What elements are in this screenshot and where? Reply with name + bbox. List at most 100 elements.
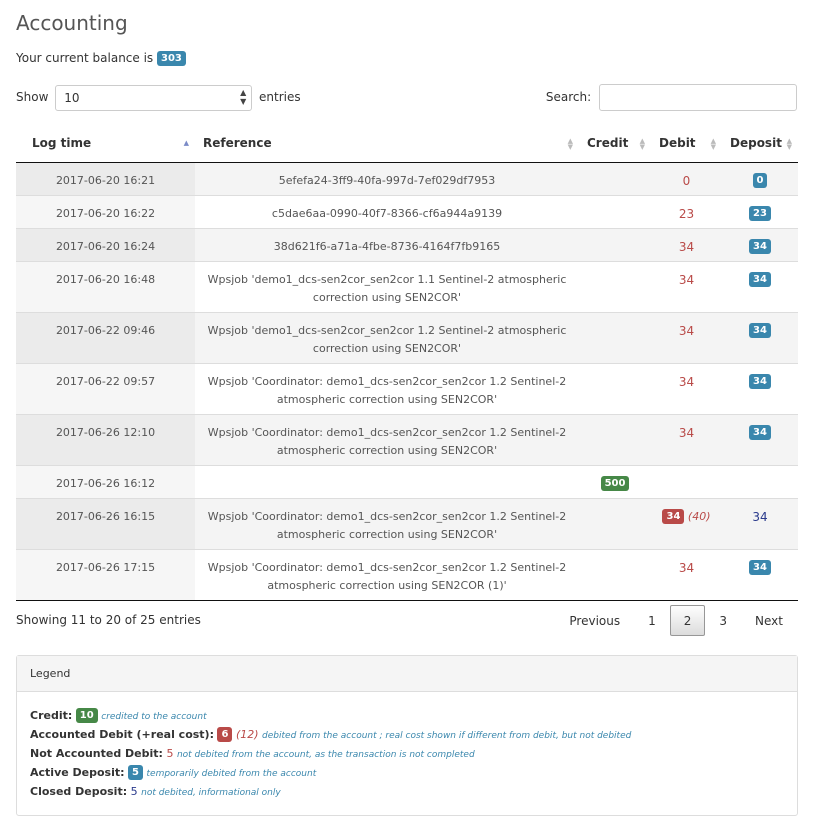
debit-value: 34 [678,323,695,338]
search-label: Search: [545,90,592,104]
cell-credit [579,497,651,549]
cell-credit [579,227,651,261]
cell-log-time: 2017-06-22 09:46 [16,311,195,363]
closed-deposit-value: 34 [752,509,768,524]
entries-label: entries [259,90,301,104]
deposit-badge: 23 [749,206,771,221]
cell-reference: c5dae6aa-0990-40f7-8366-cf6a944a9139 [195,194,579,228]
deposit-badge: 34 [749,272,771,287]
debit-value: 34 [678,374,695,389]
legend-panel: Legend Credit: 10 credited to the accoun… [16,654,798,816]
cell-credit [579,161,651,195]
cell-debit: 34 [651,260,722,312]
cell-deposit [722,464,798,498]
cell-reference: Wpsjob 'demo1_dcs-sen2cor_sen2cor 1.2 Se… [195,311,579,363]
credit-badge: 500 [600,476,630,491]
page-1-button[interactable]: 1 [634,605,670,636]
sort-ascending-icon: ▲ [183,139,189,147]
cell-deposit: 34 [722,497,798,549]
cell-credit [579,311,651,363]
table-row: 2017-06-20 16:21 5efefa24-3ff9-40fa-997d… [16,161,798,195]
cell-credit [579,413,651,465]
table-row: 2017-06-22 09:46 Wpsjob 'demo1_dcs-sen2c… [16,311,798,363]
cell-deposit: 34 [722,362,798,414]
search-control: Search: [546,83,797,111]
legend-credit-badge: 10 [75,708,98,723]
column-header-reference[interactable]: Reference ▲ ▼ [195,125,579,163]
pagination: Previous 1 2 3 Next [555,604,797,636]
column-header-credit[interactable]: Credit ▲ ▼ [579,125,651,163]
page-2-button[interactable]: 2 [669,604,706,636]
accounting-table: Log time ▲ Reference ▲ ▼ Credit ▲ ▼ Debit ▲ ▼ D… [16,125,798,601]
legend-credit: Credit: 10 credited to the account [30,708,207,723]
cell-reference: 5efefa24-3ff9-40fa-997d-7ef029df7953 [195,161,579,195]
cell-deposit: 0 [722,161,798,195]
column-header-deposit[interactable]: Deposit ▲ ▼ [722,125,798,163]
legend-accounted-debit: Accounted Debit (+real cost): 6 (12) deb… [30,727,632,742]
accounting-page: Accounting Your current balance is 303 S… [0,0,837,816]
cell-debit: 0 [651,161,722,195]
legend-title: Legend [17,655,797,692]
sort-both-icon: ▲ ▼ [710,137,716,151]
entries-select-value: 10 [64,90,80,105]
cell-credit [579,548,651,601]
table-row: 2017-06-26 12:10 Wpsjob 'Coordinator: de… [16,413,798,465]
cell-debit: 34 [651,548,722,601]
table-row: 2017-06-26 17:15 Wpsjob 'Coordinator: de… [16,548,798,601]
table-row: 2017-06-20 16:48 Wpsjob 'demo1_dcs-sen2c… [16,260,798,312]
entries-select[interactable]: 10 ▲ ▼ [55,84,253,111]
legend-debit-badge: 6 [217,727,233,742]
deposit-badge: 34 [749,239,771,254]
debit-value: 0 [682,173,691,188]
cell-debit: 23 [651,194,722,228]
table-row: 2017-06-22 09:57 Wpsjob 'Coordinator: de… [16,362,798,414]
column-header-log-time[interactable]: Log time ▲ [16,125,195,163]
cell-reference: Wpsjob 'Coordinator: demo1_dcs-sen2cor_s… [195,497,579,549]
balance-badge: 303 [157,51,186,66]
cell-deposit: 34 [722,413,798,465]
page-title: Accounting [16,11,128,35]
cell-credit [579,260,651,312]
real-cost-value: (40) [687,509,711,523]
balance-line: Your current balance is 303 [16,45,797,71]
cell-deposit: 34 [722,311,798,363]
page-3-button[interactable]: 3 [705,605,741,636]
entries-info: Showing 11 to 20 of 25 entries [16,612,201,627]
cell-deposit: 34 [722,260,798,312]
sort-both-icon: ▲ ▼ [786,137,792,151]
deposit-badge: 34 [749,560,771,575]
search-input[interactable] [599,84,797,111]
next-page-button[interactable]: Next [741,605,797,636]
cell-debit: 34 [651,311,722,363]
table-row: 2017-06-26 16:15 Wpsjob 'Coordinator: de… [16,497,798,549]
show-label: Show [16,90,49,104]
updown-arrow-icon: ▲ ▼ [240,87,247,106]
cell-log-time: 2017-06-26 16:12 [16,464,195,498]
cell-reference: Wpsjob 'Coordinator: demo1_dcs-sen2cor_s… [195,413,579,465]
legend-closed-deposit: Closed Deposit: 5 not debited, informati… [30,784,281,798]
cell-log-time: 2017-06-20 16:48 [16,260,195,312]
cell-debit: 34 [651,413,722,465]
cell-reference: Wpsjob 'demo1_dcs-sen2cor_sen2cor 1.1 Se… [195,260,579,312]
deposit-badge: 34 [749,374,771,389]
table-row: 2017-06-20 16:22 c5dae6aa-0990-40f7-8366… [16,194,798,228]
cell-debit [651,464,722,498]
legend-not-accounted-debit: Not Accounted Debit: 5 not debited from … [30,746,475,760]
cell-log-time: 2017-06-26 17:15 [16,548,195,601]
legend-body: Credit: 10 credited to the account Accou… [17,692,797,815]
column-header-debit[interactable]: Debit ▲ ▼ [651,125,722,163]
legend-deposit-badge: 5 [128,765,143,780]
previous-page-button[interactable]: Previous [555,605,634,636]
page-length-control: Show 10 ▲ ▼ entries [16,83,301,111]
debit-value: 34 [678,272,695,287]
cell-deposit: 34 [722,548,798,601]
debit-value: 34 [678,239,695,254]
cell-log-time: 2017-06-26 12:10 [16,413,195,465]
cell-reference: Wpsjob 'Coordinator: demo1_dcs-sen2cor_s… [195,362,579,414]
cell-reference [195,464,579,498]
cell-deposit: 34 [722,227,798,261]
cell-debit: 34 [651,227,722,261]
table-controls: Show 10 ▲ ▼ entries Search: [16,83,797,125]
sort-both-icon: ▲ ▼ [567,137,573,151]
table-row: 2017-06-20 16:24 38d621f6-a71a-4fbe-8736… [16,227,798,261]
